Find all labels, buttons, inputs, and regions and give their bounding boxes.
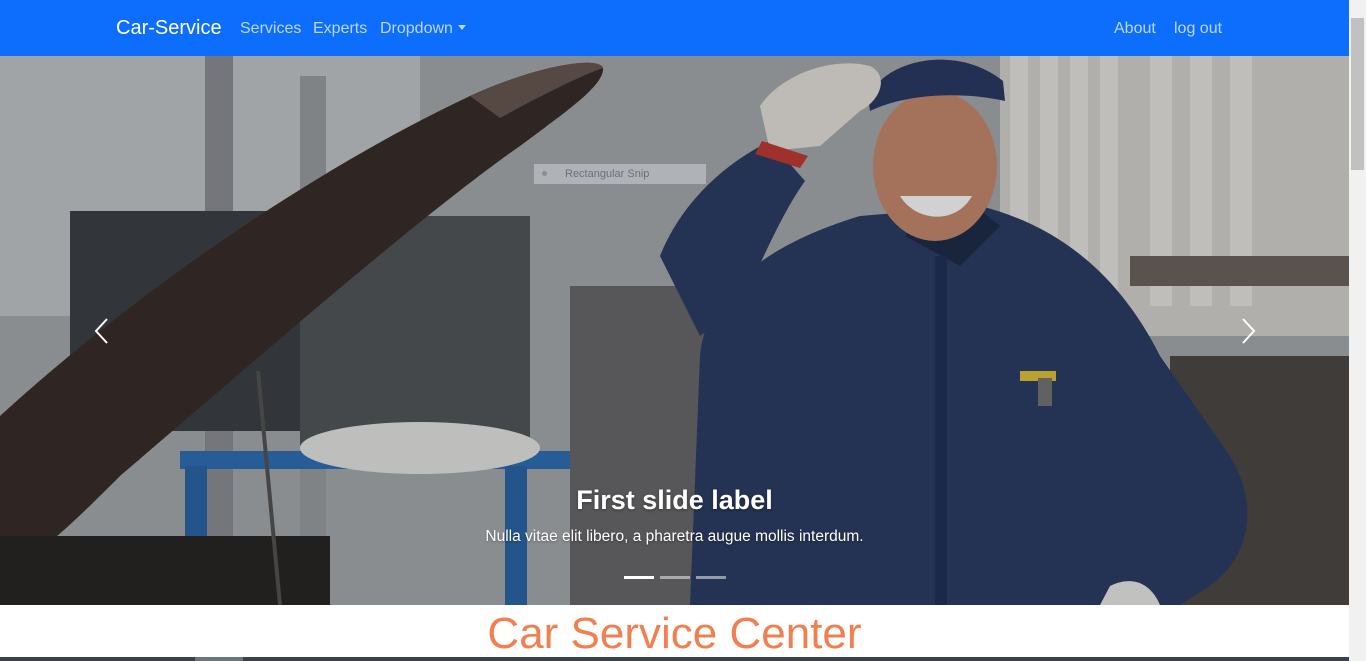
nav-dropdown-label: Dropdown [380, 20, 453, 37]
vertical-scrollbar[interactable] [1349, 0, 1366, 661]
nav-link-logout[interactable]: log out [1174, 18, 1222, 39]
page-heading: Car Service Center [487, 609, 862, 658]
snip-dot-icon [542, 171, 547, 176]
scrollbar-thumb[interactable] [1351, 18, 1364, 170]
nav-link-services[interactable]: Services [240, 18, 301, 39]
carousel-indicator-3[interactable] [696, 576, 726, 579]
slide-caption-title: First slide label [576, 485, 773, 515]
hero-carousel: Rectangular Snip First slide label Nulla… [0, 56, 1349, 605]
bottom-strip [0, 657, 1349, 661]
bottom-strip-thumb [195, 657, 243, 661]
nav-dropdown-toggle[interactable]: Dropdown [380, 18, 466, 39]
carousel-indicator-1[interactable] [624, 576, 654, 579]
carousel-prev-button[interactable] [88, 316, 118, 346]
chevron-right-icon [1242, 318, 1256, 344]
slide-caption-text: Nulla vitae elit libero, a pharetra augu… [485, 528, 864, 545]
carousel-indicator-2[interactable] [660, 576, 690, 579]
carousel-next-button[interactable] [1232, 316, 1262, 346]
nav-link-about[interactable]: About [1114, 18, 1156, 39]
chevron-left-icon [94, 318, 108, 344]
nav-link-experts[interactable]: Experts [313, 18, 367, 39]
browser-viewport: Car-Service Services Experts Dropdown Ab… [0, 0, 1349, 661]
navbar-brand[interactable]: Car-Service [116, 15, 222, 41]
caret-down-icon [457, 25, 466, 30]
snip-tag-label: Rectangular Snip [565, 168, 650, 180]
slide-overlay [0, 56, 1349, 605]
navbar: Car-Service Services Experts Dropdown Ab… [0, 0, 1349, 56]
page: Car-Service Services Experts Dropdown Ab… [0, 0, 1366, 661]
rectangular-snip-tag: Rectangular Snip [534, 164, 706, 184]
